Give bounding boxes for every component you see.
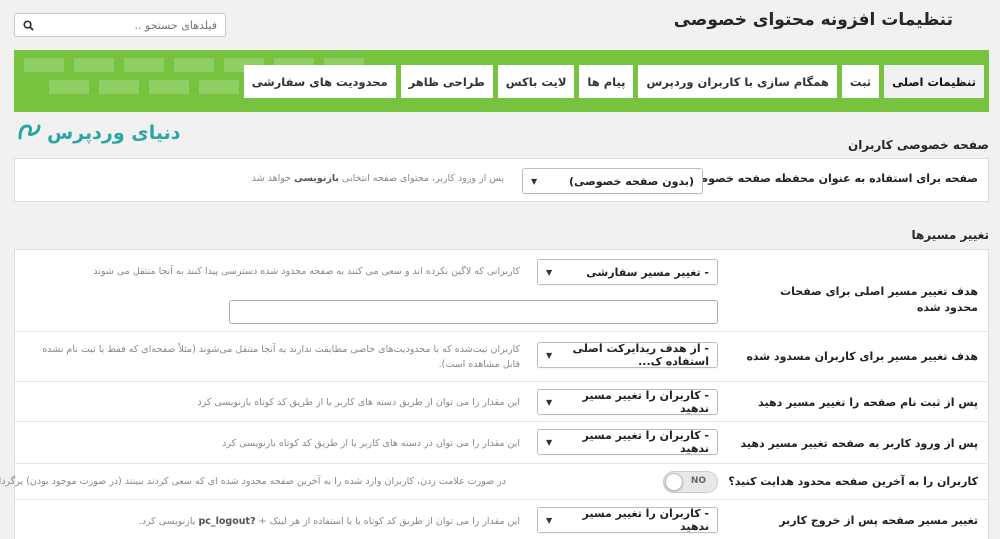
tab-wp-user-sync[interactable]: همگام سازی با کاربران وردپرس [639, 65, 838, 98]
select-value: - از هدف ریدایرکت اصلی استفاده ک... [573, 342, 710, 368]
blocked-users-redirect-select[interactable]: - از هدف ریدایرکت اصلی استفاده ک... ▼ [538, 342, 719, 368]
select-value: - کاربران را تغییر مسیر ندهید [583, 389, 710, 415]
last-restricted-page-toggle[interactable]: NO [664, 471, 719, 493]
row-label: تغییر مسیر صفحه پس از خروج کاربر [780, 514, 979, 527]
main-redirect-select[interactable]: - تغییر مسیر سفارشی ▼ [538, 259, 719, 285]
search-box[interactable] [15, 13, 227, 37]
settings-row: هدف تغییر مسیر برای کاربران مسدود شده - … [16, 332, 989, 382]
settings-row: صفحه برای استفاده به عنوان محفظه صفحه خص… [16, 159, 989, 201]
tab-main-settings[interactable]: تنظیمات اصلی [885, 65, 985, 98]
section-title-redirects: تغییر مسیرها [912, 228, 990, 242]
select-value: - تغییر مسیر سفارشی [587, 265, 710, 279]
toggle-knob [666, 473, 684, 491]
search-input[interactable] [48, 18, 218, 32]
select-value: - کاربران را تغییر مسیر ندهید [583, 429, 710, 455]
chevron-down-icon: ▼ [547, 437, 554, 447]
settings-row: تغییر مسیر صفحه پس از خروج کاربر - کاربر… [16, 500, 989, 539]
chevron-down-icon: ▼ [547, 350, 554, 360]
row-label: کاربران را به آخرین صفحه محدود هدایت کنی… [729, 475, 979, 488]
tab-lightbox[interactable]: لایت باکس [498, 65, 576, 98]
settings-row: پس از ثبت نام صفحه را تغییر مسیر دهید - … [16, 382, 989, 422]
row-label: پس از ثبت نام صفحه را تغییر مسیر دهید [759, 396, 979, 409]
tab-bar: تنظیمات اصلی ثبت همگام سازی با کاربران و… [15, 50, 990, 112]
tab-register[interactable]: ثبت [842, 65, 881, 98]
tab-messages[interactable]: پیام ها [580, 65, 635, 98]
logo-text: دنیای وردپرس [48, 122, 182, 144]
help-text: پس از ورود کاربر، محتوای صفحه انتخابی با… [252, 173, 505, 184]
search-icon[interactable] [24, 19, 35, 31]
section-title-private-page: صفحه خصوصی کاربران [849, 138, 990, 152]
settings-row: هدف تغییر مسیر اصلی برای صفحات محدود شده… [16, 250, 989, 332]
row-label: هدف تغییر مسیر اصلی برای صفحات محدود شده [781, 285, 979, 314]
help-text: این مقدار را می توان از طریق دسته های کا… [198, 397, 521, 408]
select-value: (بدون صفحه خصوصی) [570, 174, 695, 188]
chevron-down-icon: ▼ [532, 176, 539, 186]
after-register-redirect-select[interactable]: - کاربران را تغییر مسیر ندهید ▼ [538, 389, 719, 415]
select-value: - کاربران را تغییر مسیر ندهید [583, 507, 710, 533]
help-text: این مقدار را می توان در دسته های کاربر ی… [223, 438, 521, 449]
help-text: این مقدار را می توان از طریق کد کوتاه یا… [139, 516, 521, 527]
row-label: هدف تغییر مسیر برای کاربران مسدود شده [747, 350, 979, 363]
help-text: در صورت علامت زدن، کاربران وارد شده را ب… [0, 476, 507, 487]
chevron-down-icon: ▼ [547, 397, 554, 407]
tab-custom-restrictions[interactable]: محدودیت های سفارشی [244, 65, 397, 98]
help-text: کاربرانی که لاگین نکرده اند و سعی می کنن… [94, 266, 521, 277]
chevron-down-icon: ▼ [547, 267, 554, 277]
settings-row: پس از ورود کاربر به صفحه تغییر مسیر دهید… [16, 422, 989, 464]
toggle-label: NO [691, 476, 707, 486]
settings-row: کاربران را به آخرین صفحه محدود هدایت کنی… [0, 464, 989, 500]
private-page-panel: صفحه برای استفاده به عنوان محفظه صفحه خص… [15, 158, 990, 202]
chevron-down-icon: ▼ [547, 515, 554, 525]
custom-redirect-url-input[interactable] [230, 300, 719, 324]
tab-styling[interactable]: طراحی ظاهر [401, 65, 494, 98]
redirects-panel: هدف تغییر مسیر اصلی برای صفحات محدود شده… [0, 249, 990, 539]
row-label: پس از ورود کاربر به صفحه تغییر مسیر دهید [741, 437, 979, 450]
help-text: کاربران ثبت‌شده که با محدودیت‌های خاصی م… [43, 344, 521, 370]
page-title: تنظیمات افزونه محتوای خصوصی [674, 10, 954, 30]
after-logout-redirect-select[interactable]: - کاربران را تغییر مسیر ندهید ▼ [538, 507, 719, 533]
after-login-redirect-select[interactable]: - کاربران را تغییر مسیر ندهید ▼ [538, 429, 719, 455]
logo-mark-icon [19, 124, 42, 140]
private-page-select[interactable]: (بدون صفحه خصوصی) ▼ [523, 168, 704, 194]
logo: دنیای وردپرس [18, 122, 181, 144]
